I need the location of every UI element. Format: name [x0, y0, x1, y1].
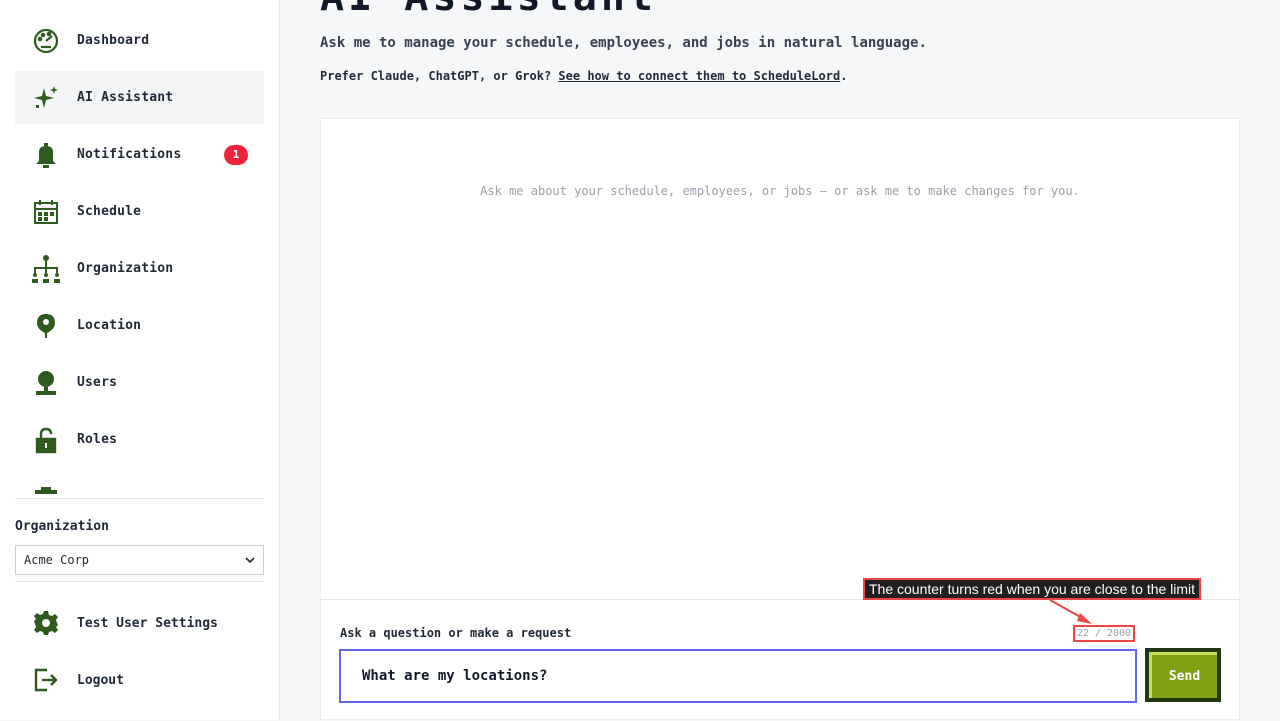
connect-llm-text: Prefer Claude, ChatGPT, or Grok? [320, 69, 559, 83]
user-icon [29, 366, 63, 400]
sidebar-item-label: Organization [77, 261, 174, 276]
sidebar-item-ai-assistant[interactable]: AI Assistant [15, 71, 264, 124]
sidebar-item-roles[interactable]: Roles [15, 413, 264, 466]
sidebar-item-label: Location [77, 318, 142, 333]
page-title: AI Assistant [320, 0, 657, 20]
organization-selected-value: Acme Corp [24, 553, 90, 567]
sidebar-item-schedule[interactable]: Schedule [15, 185, 264, 238]
main-content: AI Assistant Ask me to manage your sched… [280, 0, 1280, 720]
sidebar-item-label: AI Assistant [77, 90, 174, 105]
gear-icon [29, 606, 63, 640]
sidebar-nav: Dashboard AI Assistant Notifications 1 S… [15, 14, 264, 494]
sidebar-item-partial[interactable] [15, 470, 264, 494]
sidebar-divider [15, 581, 264, 582]
annotation-tooltip: The counter turns red when you are close… [863, 578, 1202, 600]
organization-select[interactable]: Acme Corp [15, 545, 264, 575]
character-counter: 22 / 2000 [1072, 625, 1135, 642]
sidebar-item-label: Dashboard [77, 33, 150, 48]
send-button-label: Send [1149, 652, 1217, 698]
page-subtitle: Ask me to manage your schedule, employee… [320, 35, 927, 51]
chat-composer: Ask a question or make a request 22 / 20… [321, 599, 1239, 721]
sidebar-item-label: Roles [77, 432, 118, 447]
logout-label: Logout [77, 672, 124, 688]
sidebar-item-label: Users [77, 375, 118, 390]
settings-label: Test User Settings [77, 615, 218, 631]
connect-llm-link[interactable]: See how to connect them to ScheduleLord [558, 69, 840, 83]
logout-icon [29, 663, 63, 697]
sidebar-item-organization[interactable]: Organization [15, 242, 264, 295]
chat-input[interactable] [339, 649, 1137, 703]
chevron-down-icon [245, 553, 255, 567]
sidebar-divider [15, 498, 264, 499]
bell-icon [29, 138, 63, 172]
dashboard-gauge-icon [29, 24, 63, 58]
sidebar-item-label: Schedule [77, 204, 142, 219]
organization-label: Organization [15, 519, 109, 534]
org-chart-icon [29, 252, 63, 286]
chat-panel: Ask me about your schedule, employees, o… [320, 118, 1240, 720]
sidebar: Dashboard AI Assistant Notifications 1 S… [0, 0, 280, 720]
test-user-settings-link[interactable]: Test User Settings [15, 599, 264, 647]
sidebar-item-label: Notifications [77, 147, 182, 162]
sidebar-item-dashboard[interactable]: Dashboard [15, 14, 264, 67]
notification-count-badge: 1 [224, 144, 248, 165]
sidebar-item-users[interactable]: Users [15, 356, 264, 409]
sidebar-item-location[interactable]: Location [15, 299, 264, 352]
sidebar-item-notifications[interactable]: Notifications 1 [15, 128, 264, 181]
connect-llm-end: . [840, 69, 848, 83]
lock-icon [29, 423, 63, 457]
connect-llm-hint: Prefer Claude, ChatGPT, or Grok? See how… [320, 69, 847, 83]
chat-empty-state: Ask me about your schedule, employees, o… [480, 184, 1080, 198]
logout-link[interactable]: Logout [15, 656, 264, 704]
briefcase-icon [29, 480, 63, 494]
calendar-icon [29, 195, 63, 229]
send-button[interactable]: Send [1145, 648, 1221, 702]
map-pin-icon [29, 309, 63, 343]
sparkle-icon [29, 81, 63, 115]
composer-label: Ask a question or make a request [340, 626, 572, 640]
